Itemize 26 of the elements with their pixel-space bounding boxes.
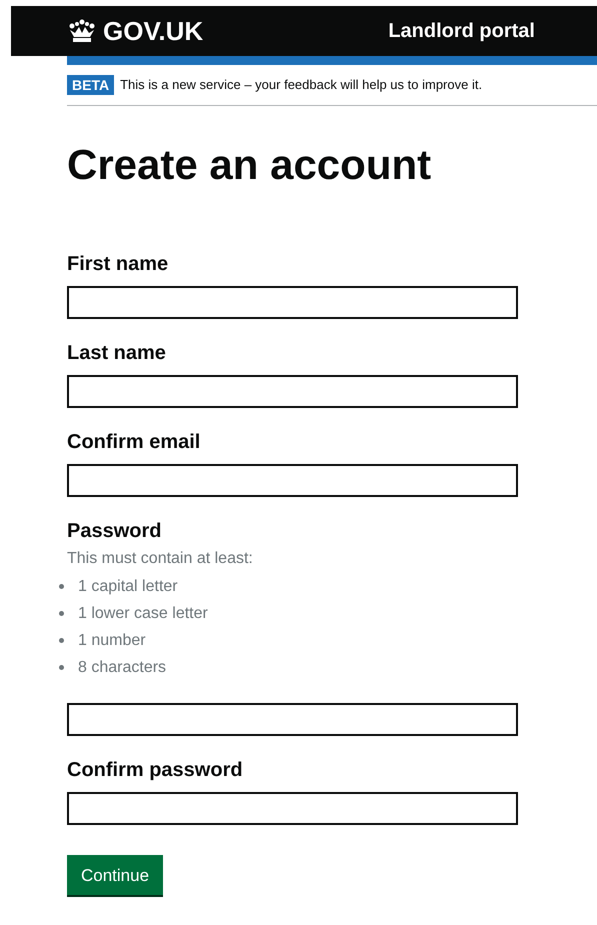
input-field[interactable]	[67, 464, 518, 497]
crown-icon	[67, 19, 97, 43]
input-field[interactable]	[67, 375, 518, 408]
input-field[interactable]	[67, 286, 518, 319]
password-rule: 1 number	[78, 631, 146, 651]
field-label: Confirm password	[67, 758, 244, 782]
page-title: Create an account	[67, 140, 432, 190]
beta-tag: BETA	[67, 75, 114, 95]
password-rule: 8 characters	[78, 658, 166, 678]
password-rule: 1 lower case letter	[78, 604, 208, 624]
input-field[interactable]	[67, 792, 518, 825]
bullet-icon	[59, 611, 64, 616]
govuk-logo-link[interactable]: GOV.UK	[67, 12, 204, 50]
continue-button[interactable]: Continue	[67, 855, 164, 894]
bullet-icon	[59, 665, 64, 670]
field-hint: This must contain at least:	[67, 549, 254, 569]
field-label: Password	[67, 519, 162, 543]
phase-banner-text: This is a new service – your feedback will help us to improve it.	[120, 76, 482, 94]
password-rule: 1 capital letter	[78, 577, 178, 597]
input-field[interactable]	[67, 703, 518, 736]
field-label: Last name	[67, 341, 167, 365]
bullet-icon	[59, 638, 64, 643]
field-label: Confirm email	[67, 430, 202, 454]
field-label: First name	[67, 252, 170, 276]
bullet-icon	[59, 584, 64, 589]
service-name-link[interactable]: Landlord portal	[388, 16, 535, 46]
